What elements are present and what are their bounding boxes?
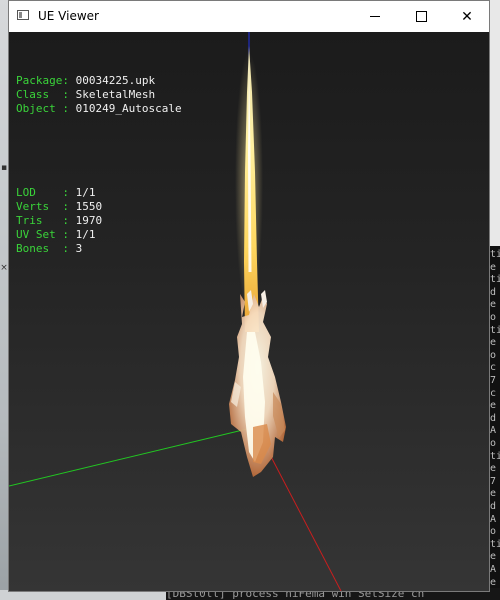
console-line: d — [490, 501, 497, 512]
info-row: Verts : 1550 — [16, 200, 182, 214]
background-window-mark: ▪ — [0, 163, 8, 173]
info-value: 1550 — [75, 200, 103, 213]
info-key: Bones : — [16, 242, 76, 255]
info-value: 1/1 — [75, 186, 96, 199]
console-line: e — [490, 551, 497, 563]
console-line: e — [490, 400, 497, 412]
info-value: 3 — [75, 242, 83, 255]
axis-y-line — [9, 428, 248, 487]
console-line: ti — [490, 450, 500, 462]
background-console-window: ti e ti d e o ti e o c 7 c e d Ao ti e 7 e d Ao ti e Ae — [489, 246, 500, 590]
console-line: e — [490, 337, 497, 349]
console-line: ti — [490, 274, 500, 286]
close-button[interactable]: ✕ — [444, 1, 490, 32]
info-value: 1/1 — [75, 228, 96, 241]
console-line: e — [490, 463, 497, 475]
info-value: 1970 — [75, 214, 103, 227]
info-value: 010249_Autoscale — [75, 102, 182, 115]
info-key: LOD : — [16, 186, 76, 199]
console-line: e — [490, 299, 497, 311]
title-bar[interactable]: UE Viewer ✕ — [9, 1, 489, 32]
console-line: o — [490, 349, 497, 361]
console-line: d — [490, 286, 497, 298]
console-line: o — [490, 312, 497, 323]
console-line: o — [490, 438, 497, 449]
console-line: ti — [490, 538, 500, 550]
info-row: Object : 010249_Autoscale — [16, 102, 182, 116]
close-icon: ✕ — [461, 8, 473, 25]
console-line: e — [490, 576, 497, 588]
console-line: 7 — [490, 375, 497, 386]
console-line: e — [490, 488, 497, 500]
info-row: Bones : 3 — [16, 242, 182, 256]
info-value: 00034225.upk — [75, 74, 156, 87]
3d-viewport[interactable]: Package: 00034225.upk Class : SkeletalMes… — [9, 32, 489, 591]
info-row: LOD : 1/1 — [16, 186, 182, 200]
info-row: Tris : 1970 — [16, 214, 182, 228]
info-key: UV Set : — [16, 228, 76, 241]
console-line: e — [490, 261, 497, 273]
maximize-button[interactable] — [398, 1, 444, 32]
console-line: A — [490, 425, 497, 437]
info-key: Class : — [16, 88, 76, 101]
info-key: Verts : — [16, 200, 76, 213]
info-key: Tris : — [16, 214, 76, 227]
background-window-mark: × — [0, 263, 8, 273]
info-value: SkeletalMesh — [75, 88, 156, 101]
maximize-icon — [415, 11, 427, 22]
app-window-icon[interactable] — [17, 10, 29, 20]
info-key: Object : — [16, 102, 76, 115]
info-row: Class : SkeletalMesh — [16, 88, 182, 102]
info-row: UV Set : 1/1 — [16, 228, 182, 242]
console-line: o — [490, 526, 497, 538]
info-key: Package: — [16, 74, 76, 87]
window-title: UE Viewer — [38, 9, 99, 23]
console-line: 7 — [490, 475, 497, 487]
console-line: c — [490, 387, 497, 399]
console-line: A — [490, 513, 497, 525]
console-line: d — [490, 412, 497, 424]
minimize-button[interactable] — [352, 1, 398, 32]
info-row: Package: 00034225.upk — [16, 74, 182, 88]
ue-viewer-window[interactable]: UE Viewer ✕ Package: 00034225.upk Class … — [8, 0, 490, 592]
console-line: ti — [490, 249, 500, 260]
minimize-icon — [370, 16, 380, 17]
console-line: ti — [490, 324, 500, 336]
console-line: c — [490, 362, 497, 374]
axis-x-line — [266, 448, 342, 591]
console-line: A — [490, 564, 497, 575]
mesh-info-panel: Package: 00034225.upk Class : SkeletalMes… — [16, 46, 182, 284]
